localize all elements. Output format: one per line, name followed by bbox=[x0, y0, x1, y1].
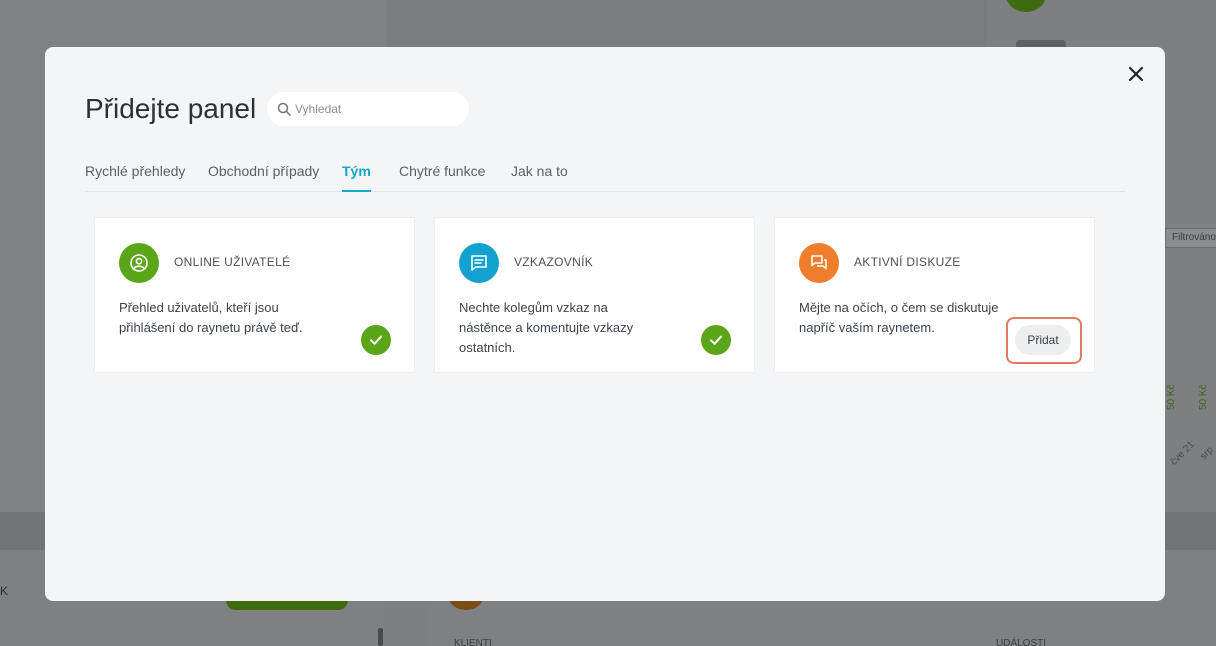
add-panel-dialog: Přidejte panel Rychlé přehledy Obchodní … bbox=[45, 47, 1165, 601]
tab-quick-overviews[interactable]: Rychlé přehledy bbox=[85, 163, 185, 192]
card-title: AKTIVNÍ DISKUZE bbox=[854, 255, 961, 269]
card-description: Přehled uživatelů, kteří jsou přihlášení… bbox=[119, 300, 303, 335]
bg-filter-button: Filtrováno bbox=[1165, 228, 1216, 248]
bg-scrollbar bbox=[378, 628, 383, 646]
panel-card-online-users: ONLINE UŽIVATELÉ Přehled uživatelů, kteř… bbox=[94, 217, 415, 373]
bg-bar-value: 50 Kč bbox=[1198, 384, 1209, 410]
search-box[interactable] bbox=[267, 92, 469, 126]
close-button[interactable] bbox=[1125, 63, 1147, 85]
panel-card-message-board: VZKAZOVNÍK Nechte kolegům vzkaz na nástě… bbox=[434, 217, 755, 373]
card-description: Nechte kolegům vzkaz na nástěnce a komen… bbox=[459, 300, 634, 355]
tab-deals[interactable]: Obchodní případy bbox=[208, 163, 319, 192]
close-icon bbox=[1128, 66, 1144, 82]
dialog-title: Přidejte panel bbox=[85, 93, 257, 124]
panel-card-active-discussions: AKTIVNÍ DISKUZE Mějte na očích, o čem se… bbox=[774, 217, 1095, 373]
bg-left-label: K bbox=[0, 584, 9, 598]
tab-how-to[interactable]: Jak na to bbox=[511, 163, 568, 192]
card-description: Mějte na očích, o čem se diskutuje napří… bbox=[799, 300, 999, 335]
bg-bar-value: 50 Kč bbox=[1166, 384, 1177, 410]
added-check-icon bbox=[361, 325, 391, 355]
added-check-icon bbox=[701, 325, 731, 355]
add-panel-button[interactable]: Přidat bbox=[1015, 325, 1071, 355]
bg-events-label: UDÁLOSTI bbox=[996, 638, 1047, 646]
message-board-icon bbox=[459, 243, 499, 283]
card-title: ONLINE UŽIVATELÉ bbox=[174, 255, 291, 269]
discussion-icon bbox=[799, 243, 839, 283]
tab-smart-features[interactable]: Chytré funkce bbox=[399, 163, 485, 192]
search-icon bbox=[277, 102, 291, 116]
tab-team[interactable]: Tým bbox=[342, 163, 371, 192]
card-title: VZKAZOVNÍK bbox=[514, 255, 594, 269]
bg-clients-label: KLIENTI bbox=[454, 638, 492, 646]
search-input[interactable] bbox=[295, 102, 455, 116]
tab-bar: Rychlé přehledy Obchodní případy Tým Chy… bbox=[85, 161, 1125, 192]
user-circle-icon bbox=[119, 243, 159, 283]
